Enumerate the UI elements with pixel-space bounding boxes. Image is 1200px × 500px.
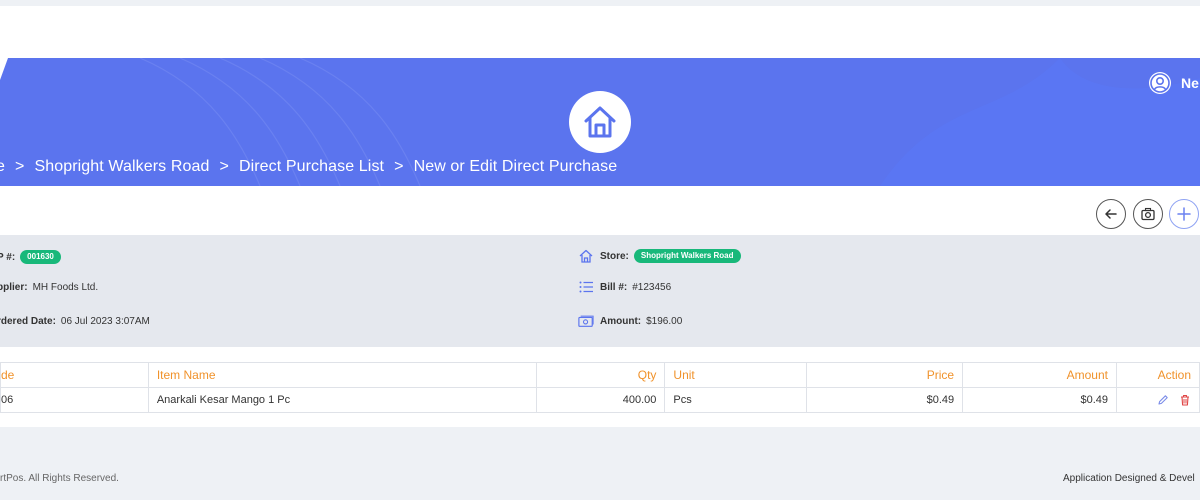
breadcrumb-separator: > [219,158,229,175]
ordered-date-row: rdered Date: 06 Jul 2023 3:07AM [0,316,150,327]
column-amount[interactable]: Amount [962,362,1117,388]
edit-pencil-icon[interactable] [1157,394,1169,406]
breadcrumb-current: New or Edit Direct Purchase [413,158,618,175]
breadcrumb-separator: > [394,158,404,175]
toolbar [0,186,1200,235]
breadcrumb-store[interactable]: Shopright Walkers Road [34,158,209,176]
column-action: Action [1115,362,1200,388]
breadcrumb-home[interactable]: e [0,158,5,176]
delete-trash-icon[interactable] [1179,394,1191,406]
store-home-icon [578,248,594,264]
store-row: Store: Shopright Walkers Road [578,248,741,264]
dp-number-label: P #: [0,251,16,263]
amount-label: Amount: [600,315,642,327]
column-qty[interactable]: Qty [535,362,666,388]
back-arrow-icon [1105,209,1117,219]
plus-icon [1177,207,1191,221]
table-header-row: de Item Name Qty Unit Price Amount Actio… [0,362,1200,388]
supplier-row: pplier: MH Foods Ltd. [0,282,98,293]
bill-label: Bill #: [600,281,628,293]
back-button[interactable] [1096,199,1126,229]
amount-value: $196.00 [646,315,683,327]
money-icon [578,313,594,329]
home-button[interactable] [569,91,631,153]
cell-code: 06 [0,387,149,413]
items-table: de Item Name Qty Unit Price Amount Actio… [0,362,1200,413]
breadcrumb-separator: > [15,158,25,175]
bill-row: Bill #: #123456 [578,279,671,295]
column-unit[interactable]: Unit [664,362,808,388]
cell-unit: Pcs [664,387,808,413]
breadcrumb-purchase-list[interactable]: Direct Purchase List [239,158,384,176]
cell-item-name: Anarkali Kesar Mango 1 Pc [147,387,537,413]
ordered-date-value: 06 Jul 2023 3:07AM [60,316,150,327]
table-row: 06 Anarkali Kesar Mango 1 Pc 400.00 Pcs … [0,387,1200,413]
user-menu[interactable]: Ne [1149,72,1199,94]
footer-credit: Application Designed & Devel [1063,473,1195,484]
add-button[interactable] [1169,199,1199,229]
ordered-date-label: rdered Date: [0,316,56,327]
supplier-value: MH Foods Ltd. [32,282,99,293]
cell-actions [1115,387,1200,413]
camera-icon [1141,207,1155,221]
footer-copyright: rtPos. All Rights Reserved. [0,473,119,484]
breadcrumb: e > Shopright Walkers Road > Direct Purc… [0,157,617,177]
store-badge: Shopright Walkers Road [633,249,741,263]
supplier-label: pplier: [0,282,28,293]
dp-number-row: P #: 001630 [0,250,61,264]
cell-amount: $0.49 [962,387,1117,413]
top-white-bar [0,6,1200,58]
column-item-name[interactable]: Item Name [147,362,537,388]
cell-price: $0.49 [806,387,964,413]
camera-button[interactable] [1133,199,1163,229]
list-icon [578,279,594,295]
bill-value: #123456 [632,281,672,293]
dp-number-badge: 001630 [20,250,61,264]
user-icon [1149,72,1171,94]
page-header: e > Shopright Walkers Road > Direct Purc… [0,58,1200,186]
column-code[interactable]: de [0,362,149,388]
cell-qty: 400.00 [535,387,666,413]
column-price[interactable]: Price [806,362,964,388]
purchase-info-panel: P #: 001630 pplier: MH Foods Ltd. rdered… [0,235,1200,347]
home-icon [584,106,616,138]
amount-row: Amount: $196.00 [578,313,682,329]
store-label: Store: [600,250,629,262]
items-table-container: de Item Name Qty Unit Price Amount Actio… [0,347,1200,427]
user-name: Ne [1181,75,1199,91]
